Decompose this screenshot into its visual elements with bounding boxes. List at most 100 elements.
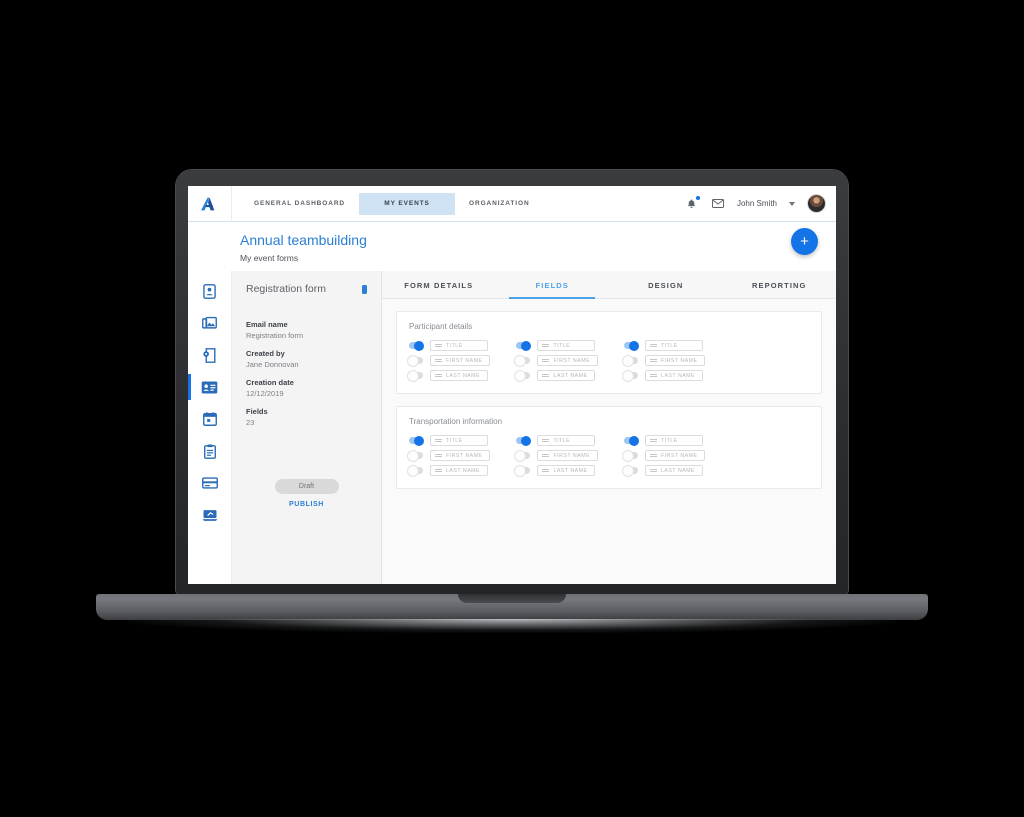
field-chip[interactable]: FIRST NAME (537, 355, 598, 366)
sidebar-item-presentation[interactable] (188, 505, 232, 525)
drag-handle-icon[interactable] (649, 373, 657, 378)
drag-handle-icon[interactable] (649, 468, 657, 473)
sidebar-item-payments[interactable] (188, 473, 232, 493)
drag-handle-icon[interactable] (542, 468, 550, 473)
add-form-button[interactable]: + (791, 228, 818, 255)
drag-handle-icon[interactable] (435, 438, 442, 443)
icon-sidebar (188, 271, 232, 584)
status-marker (362, 284, 367, 294)
toggle-knob (622, 450, 633, 461)
toggle-knob (521, 435, 532, 446)
notification-badge (694, 194, 701, 201)
field-chip[interactable]: TITLE (430, 340, 488, 351)
field-row: TITLE (516, 340, 597, 351)
field-chip[interactable]: TITLE (644, 435, 703, 446)
field-chip[interactable]: TITLE (537, 340, 596, 351)
field-chip[interactable]: FIRST NAME (644, 355, 706, 366)
field-toggle[interactable] (516, 340, 532, 351)
field-chip[interactable]: FIRST NAME (644, 450, 706, 461)
field-chip-label: TITLE (446, 437, 463, 444)
sidebar-item-calendar[interactable] (188, 409, 232, 429)
drag-handle-icon[interactable] (542, 343, 550, 348)
drag-handle-icon[interactable] (542, 358, 550, 363)
status-badge[interactable]: Draft (274, 479, 339, 494)
field-chip-label: FIRST NAME (446, 452, 483, 459)
field-group-grid: TITLE FIRST NAME LAST NAME TITLE FIRST N… (408, 435, 809, 476)
field-toggle[interactable] (515, 355, 531, 366)
sidebar-item-tasks[interactable] (188, 441, 232, 461)
drag-handle-icon[interactable] (435, 358, 442, 363)
tab-design[interactable]: DESIGN (609, 271, 723, 298)
field-toggle[interactable] (623, 340, 639, 351)
field-chip[interactable]: LAST NAME (430, 370, 488, 381)
chevron-down-icon[interactable] (789, 201, 795, 206)
field-toggle[interactable] (409, 340, 424, 351)
drag-handle-icon[interactable] (542, 453, 550, 458)
field-chip[interactable]: LAST NAME (537, 465, 596, 476)
field-toggle[interactable] (409, 435, 424, 446)
field-chip[interactable]: TITLE (537, 435, 596, 446)
field-chip[interactable]: LAST NAME (430, 465, 488, 476)
nav-item-organization[interactable]: ORGANIZATION (455, 193, 544, 215)
sidebar-item-settings[interactable] (188, 345, 232, 365)
field-toggle[interactable] (515, 450, 531, 461)
sidebar-item-contacts[interactable] (188, 281, 232, 301)
field-toggle[interactable] (622, 355, 638, 366)
field-chip[interactable]: TITLE (430, 435, 488, 446)
field-row: FIRST NAME (622, 450, 706, 461)
tab-form-details[interactable]: FORM DETAILS (382, 271, 496, 298)
brand-a-logo[interactable] (188, 186, 232, 222)
field-chip[interactable]: LAST NAME (644, 465, 703, 476)
envelope-icon[interactable] (711, 197, 725, 211)
field-chip[interactable]: TITLE (644, 340, 703, 351)
field-toggle[interactable] (408, 465, 423, 476)
drag-handle-icon[interactable] (649, 343, 657, 348)
main-content: FORM DETAILS FIELDS DESIGN REPORTING Par… (382, 271, 836, 584)
field-chip[interactable]: LAST NAME (537, 370, 596, 381)
field-chip-label: LAST NAME (660, 372, 695, 379)
field-toggle[interactable] (515, 465, 531, 476)
tab-fields[interactable]: FIELDS (496, 271, 610, 299)
field-chip-label: FIRST NAME (553, 357, 590, 364)
laptop-base-lip (128, 619, 896, 633)
drag-handle-icon[interactable] (542, 438, 550, 443)
photo-gallery-icon (202, 316, 217, 329)
field-toggle[interactable] (408, 450, 423, 461)
field-toggle[interactable] (622, 465, 638, 476)
detail-field: Fields 23 (246, 398, 367, 427)
field-toggle[interactable] (622, 370, 638, 381)
field-chip[interactable]: LAST NAME (644, 370, 703, 381)
field-row: LAST NAME (408, 465, 490, 476)
drag-handle-icon[interactable] (435, 373, 442, 378)
field-column: TITLE FIRST NAME LAST NAME (622, 340, 706, 381)
nav-item-my-events[interactable]: MY EVENTS (359, 192, 456, 215)
drag-handle-icon[interactable] (435, 453, 442, 458)
field-toggle[interactable] (622, 450, 638, 461)
user-avatar[interactable] (807, 194, 826, 213)
bell-icon[interactable] (685, 194, 701, 211)
drag-handle-icon[interactable] (435, 468, 442, 473)
field-toggle[interactable] (516, 435, 532, 446)
field-toggle[interactable] (408, 370, 423, 381)
field-chip[interactable]: FIRST NAME (537, 450, 598, 461)
tab-reporting[interactable]: REPORTING (723, 271, 837, 298)
field-chip-label: TITLE (446, 342, 463, 349)
detail-field-value: 23 (246, 418, 255, 427)
nav-item-general-dashboard[interactable]: GENERAL DASHBOARD (240, 193, 359, 215)
field-toggle[interactable] (515, 370, 531, 381)
publish-button[interactable]: PUBLISH (246, 501, 367, 508)
form-status-actions: Draft PUBLISH (246, 475, 367, 508)
field-toggle[interactable] (408, 355, 423, 366)
field-row: FIRST NAME (408, 355, 491, 366)
field-toggle[interactable] (623, 435, 639, 446)
field-chip[interactable]: FIRST NAME (430, 355, 491, 366)
field-chip[interactable]: FIRST NAME (430, 450, 491, 461)
laptop-base-notch (458, 594, 566, 603)
drag-handle-icon[interactable] (542, 373, 550, 378)
drag-handle-icon[interactable] (649, 438, 657, 443)
drag-handle-icon[interactable] (435, 343, 442, 348)
sidebar-item-registration-forms[interactable] (188, 374, 232, 400)
drag-handle-icon[interactable] (649, 453, 657, 458)
sidebar-item-gallery[interactable] (188, 313, 232, 333)
drag-handle-icon[interactable] (649, 358, 657, 363)
